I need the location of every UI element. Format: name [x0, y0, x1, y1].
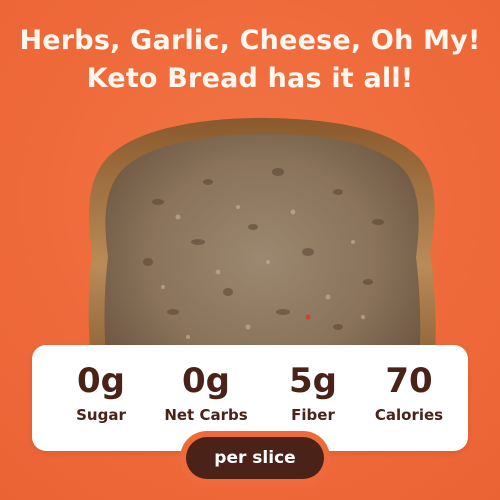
stat-label: Calories	[374, 406, 444, 424]
stat-sugar: 0g Sugar	[56, 361, 146, 425]
promo-canvas: Herbs, Garlic, Cheese, Oh My! Keto Bread…	[0, 0, 500, 500]
per-slice-label: per slice	[186, 437, 324, 479]
stat-net-carbs: 0g Net Carbs	[146, 361, 266, 425]
stat-fiber: 5g Fiber	[268, 361, 358, 425]
bread-seeds	[161, 205, 365, 349]
headline: Herbs, Garlic, Cheese, Oh My! Keto Bread…	[0, 22, 500, 98]
stat-calories: 70 Calories	[354, 361, 464, 425]
stat-label: Sugar	[76, 406, 126, 424]
stat-value: 0g	[77, 361, 125, 401]
stat-label: Fiber	[291, 406, 335, 424]
stat-value: 70	[385, 361, 433, 401]
herb-fleck	[305, 314, 311, 320]
headline-line-1: Herbs, Garlic, Cheese, Oh My!	[19, 25, 481, 56]
stat-label: Net Carbs	[164, 406, 248, 424]
headline-line-2: Keto Bread has it all!	[86, 63, 414, 94]
stat-value: 5g	[289, 361, 337, 401]
per-slice-badge: per slice	[180, 431, 330, 485]
stat-value: 0g	[182, 361, 230, 401]
